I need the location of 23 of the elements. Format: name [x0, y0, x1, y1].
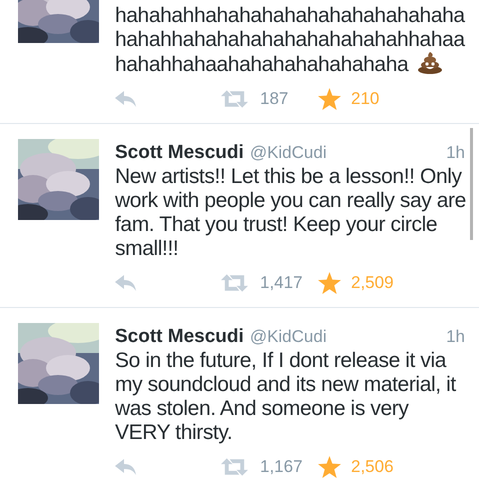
retweet-count: 1,417: [260, 272, 304, 294]
retweet-count: 187: [260, 88, 290, 110]
scrollbar[interactable]: [470, 128, 473, 240]
favorite-count: 2,509: [351, 272, 394, 294]
favorite-count: 2,506: [351, 456, 394, 478]
retweet-count: 1,167: [260, 456, 304, 478]
tweet-text: New artists!! Let this be a lesson!! Only work with people you can really say are fam. That you trust! Keep your circle small!!!: [115, 165, 467, 261]
star-icon[interactable]: [318, 456, 341, 478]
author-name[interactable]: Scott Mescudi: [115, 139, 244, 168]
tweet-time: 1h: [446, 326, 466, 348]
star-icon[interactable]: [318, 88, 341, 110]
reply-icon[interactable]: [115, 459, 137, 475]
retweet-icon[interactable]: [221, 458, 248, 476]
reply-icon[interactable]: [115, 91, 137, 107]
retweet-icon[interactable]: [221, 274, 248, 292]
star-icon[interactable]: [318, 272, 341, 294]
reply-icon[interactable]: [115, 275, 137, 291]
tweet-text: hahahahhahahahahahahahahahahaha hahahhahahahahahahahahahahhahaa hahahhahaahahahahahahahaha: [115, 4, 466, 77]
tweet-time: 1h: [446, 142, 466, 164]
author-name[interactable]: Scott Mescudi: [115, 323, 244, 352]
tweet-text: So in the future, If I dont release it via my soundcloud and its new material, it was stolen. And someone is very VERY thirsty.: [115, 349, 457, 445]
retweet-icon[interactable]: [221, 90, 248, 108]
favorite-count: 210: [351, 88, 380, 110]
